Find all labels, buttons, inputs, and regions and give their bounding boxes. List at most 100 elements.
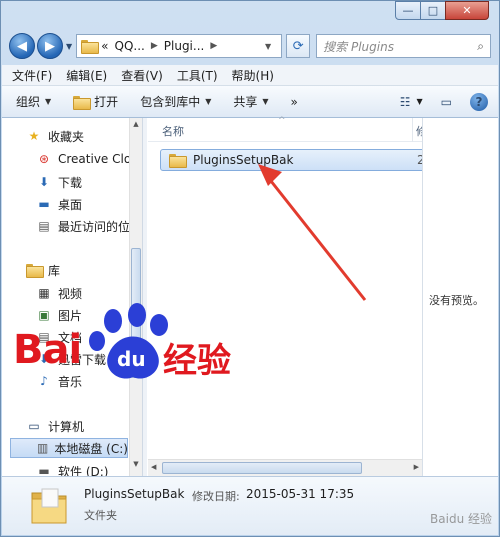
- scroll-right-icon[interactable]: ▶: [414, 463, 419, 471]
- scroll-down-icon[interactable]: ▼: [130, 460, 142, 472]
- sidebar-item-pictures[interactable]: ▣ 图片: [36, 305, 82, 325]
- corner-watermark: Baidu 经验: [430, 512, 492, 526]
- search-input[interactable]: 搜索 Plugins ⌕: [316, 34, 491, 58]
- navigation-pane: ★ 收藏夹 ⊛ Creative Clo ⬇ 下载 ▬ 桌面 ▤ 最近访问的位: [2, 118, 129, 476]
- chevron-right-icon[interactable]: ▶: [151, 41, 158, 51]
- refresh-icon[interactable]: ⟳: [286, 34, 311, 58]
- drive-icon: ▬: [38, 464, 50, 476]
- maximize-button[interactable]: □: [420, 1, 446, 20]
- sidebar-item-local-disk-c[interactable]: ▥ 本地磁盘 (C:): [10, 438, 128, 458]
- include-in-library-button[interactable]: 包含到库中 ▼: [140, 93, 211, 110]
- details-pane: PluginsSetupBak 修改日期: 2015-05-31 17:35 文…: [2, 476, 498, 535]
- close-button[interactable]: ✕: [445, 1, 489, 20]
- navigation-row: ◀ ▶ ▼ « QQ... ▶ Plugi... ▶ ▼ ⟳ 搜索 Plugin…: [9, 31, 491, 61]
- address-segment-qq[interactable]: QQ...: [115, 39, 145, 53]
- more-commands-button[interactable]: »: [291, 95, 298, 109]
- pane-splitter[interactable]: [142, 118, 147, 476]
- open-label: 打开: [94, 95, 119, 109]
- preview-pane-icon[interactable]: ▭: [441, 95, 452, 109]
- chevron-right-icon[interactable]: ▶: [210, 41, 217, 51]
- scroll-left-icon[interactable]: ◀: [151, 463, 156, 471]
- address-segment-overflow[interactable]: «: [101, 39, 108, 53]
- menu-help[interactable]: 帮助(H): [232, 67, 274, 84]
- folder-icon: [169, 154, 187, 168]
- sidebar-item-thunder-downloads[interactable]: ⬇ 迅雷下载: [36, 349, 106, 369]
- back-button[interactable]: ◀: [9, 33, 35, 59]
- folder-icon: [81, 40, 100, 54]
- address-dropdown-icon[interactable]: ▼: [265, 42, 271, 51]
- sidebar-item-label: 桌面: [58, 197, 83, 212]
- content-area: ★ 收藏夹 ⊛ Creative Clo ⬇ 下载 ▬ 桌面 ▤ 最近访问的位: [2, 116, 498, 476]
- toolbar-right: ☷ ▼ ▭ ?: [382, 92, 488, 111]
- sidebar-item-desktop[interactable]: ▬ 桌面: [36, 194, 82, 214]
- caption-buttons: — □ ✕: [395, 1, 489, 20]
- sidebar-item-label: 本地磁盘 (C:): [54, 441, 128, 456]
- recent-pages-chevron-icon[interactable]: ▼: [66, 42, 72, 51]
- details-type: 文件夹: [84, 509, 117, 522]
- system-drive-icon: ▥: [37, 441, 49, 455]
- large-folder-icon: [31, 488, 67, 524]
- help-icon[interactable]: ?: [470, 92, 488, 111]
- open-folder-icon: [73, 95, 92, 110]
- no-preview-text: 没有预览。: [429, 294, 484, 307]
- details-modified-label: 修改日期:: [192, 490, 240, 503]
- column-separator[interactable]: [412, 118, 413, 142]
- horizontal-scrollbar[interactable]: ◀ ▶: [148, 459, 422, 476]
- navigation-scrollbar[interactable]: ▲ ▼: [129, 118, 142, 476]
- search-icon[interactable]: ⌕: [477, 39, 484, 54]
- recent-places-icon: ▤: [38, 219, 50, 233]
- minimize-button[interactable]: —: [395, 1, 421, 20]
- column-name[interactable]: 名称: [162, 123, 184, 139]
- sidebar-item-downloads[interactable]: ⬇ 下载: [36, 172, 82, 192]
- creative-cloud-icon: ⊛: [38, 152, 50, 166]
- sidebar-item-recent[interactable]: ▤ 最近访问的位: [36, 216, 129, 236]
- organize-button[interactable]: 组织 ▼: [16, 93, 51, 110]
- open-button[interactable]: 打开: [73, 93, 118, 110]
- address-segment-plugins[interactable]: Plugi...: [164, 39, 205, 53]
- dropdown-arrow-icon: ▼: [205, 97, 212, 106]
- sidebar-item-videos[interactable]: ▦ 视频: [36, 283, 82, 303]
- share-button[interactable]: 共享 ▼: [233, 93, 268, 110]
- file-list: ^ 名称 修 PluginsSetupBak 20 ◀ ▶: [148, 116, 432, 476]
- music-icon: ♪: [40, 374, 48, 388]
- sidebar-item-label: 下载: [58, 175, 83, 190]
- red-pointer-arrow: [258, 164, 367, 301]
- view-dropdown-icon[interactable]: ▼: [417, 97, 423, 106]
- sidebar-item-software-d[interactable]: ▬ 软件 (D:): [36, 461, 108, 476]
- menu-view[interactable]: 查看(V): [121, 67, 163, 84]
- scroll-up-icon[interactable]: ▲: [130, 120, 142, 132]
- sidebar-item-documents[interactable]: ▤ 文档: [36, 327, 82, 347]
- sidebar-item-label: 图片: [58, 308, 83, 323]
- menu-tools[interactable]: 工具(T): [177, 67, 218, 84]
- share-label: 共享: [233, 95, 258, 109]
- forward-button[interactable]: ▶: [37, 33, 63, 59]
- sidebar-item-creative-cloud[interactable]: ⊛ Creative Clo: [36, 149, 129, 169]
- sidebar-item-music[interactable]: ♪ 音乐: [36, 371, 82, 391]
- preview-pane: 没有预览。: [422, 118, 498, 476]
- explorer-window: — □ ✕ ◀ ▶ ▼ « QQ... ▶ Plugi... ▶ ▼ ⟳ 搜索 …: [0, 0, 500, 537]
- view-options-icon[interactable]: ☷: [400, 95, 411, 109]
- sidebar-item-label: 迅雷下载: [58, 352, 107, 367]
- sidebar-group-label: 计算机: [48, 419, 85, 434]
- sidebar-item-label: 软件 (D:): [58, 464, 109, 477]
- details-name: PluginsSetupBak: [84, 487, 185, 501]
- search-placeholder: 搜索 Plugins: [323, 39, 394, 54]
- scrollbar-thumb[interactable]: [162, 462, 362, 474]
- library-icon: [26, 263, 44, 278]
- sidebar-item-label: 视频: [58, 286, 83, 301]
- sidebar-group-libraries[interactable]: 库: [26, 260, 60, 280]
- sidebar-item-label: 音乐: [58, 374, 83, 389]
- sidebar-group-computer[interactable]: ▭ 计算机: [26, 416, 84, 436]
- pictures-icon: ▣: [38, 308, 50, 322]
- address-bar[interactable]: « QQ... ▶ Plugi... ▶ ▼: [76, 34, 283, 58]
- star-icon: ★: [28, 129, 40, 143]
- dropdown-arrow-icon: ▼: [262, 97, 269, 106]
- download-folder-icon: ⬇: [38, 352, 50, 366]
- organize-label: 组织: [16, 95, 41, 109]
- menu-file[interactable]: 文件(F): [12, 67, 52, 84]
- menu-edit[interactable]: 编辑(E): [66, 67, 107, 84]
- scrollbar-thumb[interactable]: [131, 248, 141, 378]
- downloads-folder-icon: ⬇: [38, 175, 50, 189]
- sidebar-group-favorites[interactable]: ★ 收藏夹: [26, 126, 84, 146]
- column-header: ^ 名称 修: [148, 116, 427, 142]
